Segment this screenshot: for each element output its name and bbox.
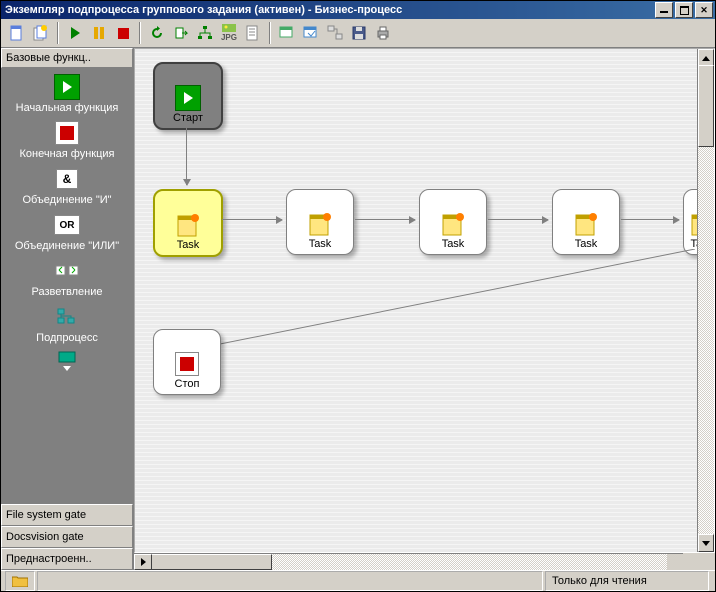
sidebar-btn-preset[interactable]: Преднастроенн.. — [1, 548, 133, 570]
palette-more[interactable] — [1, 350, 133, 364]
refresh-button[interactable] — [146, 22, 168, 44]
palette-label: Объединение "ИЛИ" — [15, 240, 119, 252]
print-button[interactable] — [372, 22, 394, 44]
copy-doc-button[interactable] — [30, 22, 52, 44]
connector — [222, 219, 282, 220]
node-label: Стоп — [175, 378, 200, 390]
node-task-4[interactable]: Task — [552, 189, 620, 255]
node-label: Старт — [173, 112, 203, 124]
status-folder — [5, 571, 35, 591]
tree-button[interactable] — [194, 22, 216, 44]
play-button[interactable] — [64, 22, 86, 44]
toolbar: JPG — [1, 19, 715, 48]
node-task-1[interactable]: Task — [153, 189, 223, 257]
palette-label: Конечная функция — [19, 148, 114, 160]
palette-label: Разветвление — [32, 286, 103, 298]
task-icon — [174, 211, 202, 239]
start-icon — [174, 84, 202, 112]
window-button-1[interactable] — [276, 22, 298, 44]
maximize-button[interactable] — [675, 2, 693, 18]
node-stop[interactable]: Стоп — [153, 329, 221, 395]
body-area: Базовые функц.. Начальная функция Конечн… — [1, 48, 715, 570]
scroll-thumb[interactable] — [698, 65, 714, 147]
sidebar-header[interactable]: Базовые функц.. — [1, 48, 133, 68]
canvas[interactable]: Старт Task Task Task — [134, 48, 715, 553]
sidebar-btn-docsvision[interactable]: Docsvision gate — [1, 526, 133, 548]
palette-label: Объединение "И" — [22, 194, 111, 206]
horizontal-scrollbar[interactable] — [134, 553, 683, 570]
task-icon — [572, 210, 600, 238]
subprocess-icon — [54, 304, 80, 330]
palette: Начальная функция Конечная функция & Объ… — [1, 68, 133, 504]
properties-button[interactable] — [242, 22, 264, 44]
node-label: Task — [177, 239, 200, 251]
stop-icon — [173, 350, 201, 378]
save-button[interactable] — [348, 22, 370, 44]
sidebar-btn-filesystem[interactable]: File system gate — [1, 504, 133, 526]
node-task-3[interactable]: Task — [419, 189, 487, 255]
scroll-corner — [699, 553, 715, 569]
folder-icon — [12, 575, 28, 587]
connector — [488, 219, 548, 220]
palette-item-or[interactable]: OR Объединение "ИЛИ" — [1, 212, 133, 252]
scroll-thumb[interactable] — [150, 554, 272, 570]
palette-label: Начальная функция — [16, 102, 119, 114]
window-title: Экземпляр подпроцесса группового задания… — [5, 4, 653, 16]
palette-item-branch[interactable]: Разветвление — [1, 258, 133, 298]
goto-button[interactable] — [170, 22, 192, 44]
task-icon — [306, 210, 334, 238]
statusbar: Только для чтения — [1, 570, 715, 591]
connector-diag — [195, 249, 705, 359]
stop-button[interactable] — [112, 22, 134, 44]
palette-item-and[interactable]: & Объединение "И" — [1, 166, 133, 206]
titlebar: Экземпляр подпроцесса группового задания… — [1, 1, 715, 19]
palette-label: Подпроцесс — [36, 332, 98, 344]
layout-button[interactable] — [324, 22, 346, 44]
export-jpg-button[interactable]: JPG — [218, 22, 240, 44]
palette-item-start[interactable]: Начальная функция — [1, 74, 133, 114]
or-icon: OR — [54, 212, 80, 238]
sidebar: Базовые функц.. Начальная функция Конечн… — [1, 48, 134, 570]
stop-icon — [54, 120, 80, 146]
window-button-2[interactable] — [300, 22, 322, 44]
and-icon: & — [54, 166, 80, 192]
connector — [355, 219, 415, 220]
palette-scroll-down[interactable] — [63, 366, 71, 371]
vertical-scrollbar[interactable] — [697, 49, 714, 552]
palette-item-end[interactable]: Конечная функция — [1, 120, 133, 160]
new-doc-button[interactable] — [6, 22, 28, 44]
task-icon — [439, 210, 467, 238]
node-start[interactable]: Старт — [153, 62, 223, 130]
start-icon — [54, 74, 80, 100]
minimize-button[interactable] — [655, 2, 673, 18]
branch-icon — [54, 258, 80, 284]
palette-item-subprocess[interactable]: Подпроцесс — [1, 304, 133, 344]
close-button[interactable]: ✕ — [695, 2, 713, 18]
scroll-down-button[interactable] — [698, 534, 714, 552]
node-label: Task — [309, 238, 332, 250]
sidebar-buttons: File system gate Docsvision gate Преднас… — [1, 504, 133, 570]
pause-button[interactable] — [88, 22, 110, 44]
app-window: Экземпляр подпроцесса группового задания… — [0, 0, 716, 592]
status-spacer — [37, 571, 543, 591]
node-task-2[interactable]: Task — [286, 189, 354, 255]
node-label: Task — [575, 238, 598, 250]
connector — [621, 219, 679, 220]
canvas-area: Старт Task Task Task — [134, 48, 715, 570]
node-label: Task — [442, 238, 465, 250]
status-readonly: Только для чтения — [545, 571, 709, 591]
connector — [186, 125, 187, 185]
scroll-right-button[interactable] — [134, 554, 152, 570]
